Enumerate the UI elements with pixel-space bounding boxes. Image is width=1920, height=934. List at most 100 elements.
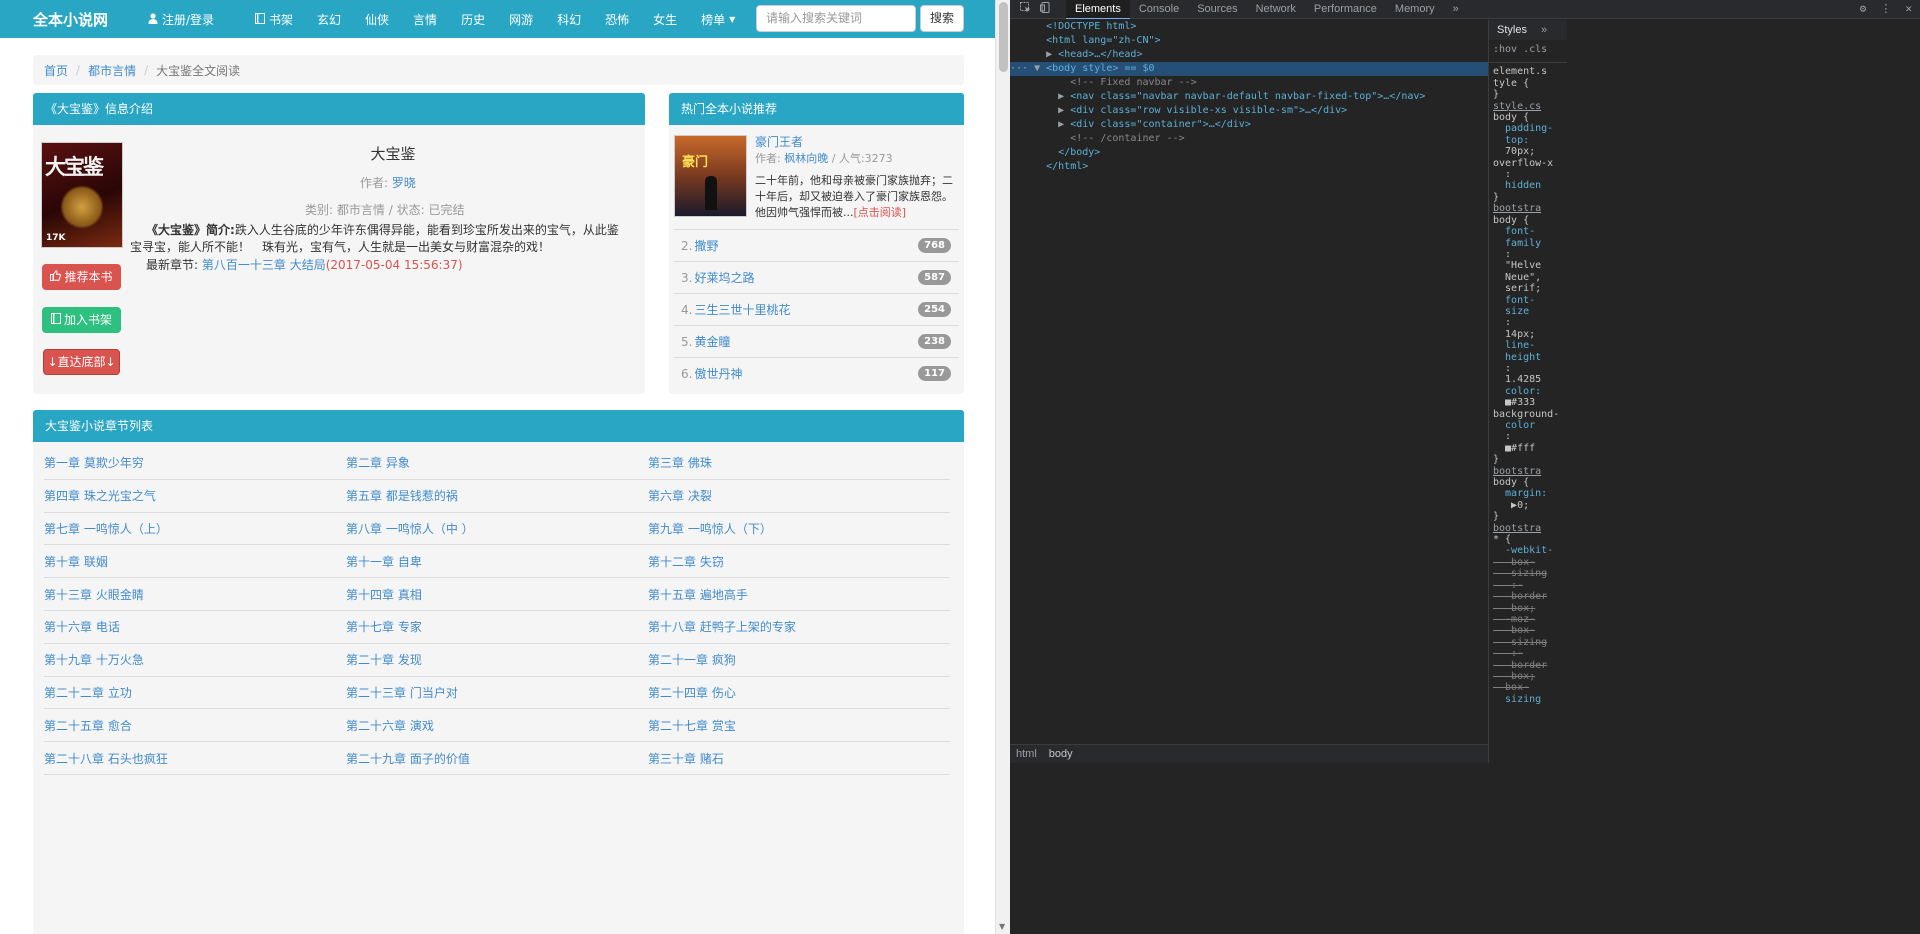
chapter-link[interactable]: 第五章 都是钱惹的祸 — [346, 487, 648, 504]
nav-item-kongbu[interactable]: 恐怖 — [605, 11, 629, 28]
tab-network[interactable]: Network — [1247, 0, 1305, 19]
chapter-link[interactable]: 第二十四章 伤心 — [648, 684, 950, 701]
chapter-link[interactable]: 第四章 珠之光宝之气 — [44, 487, 346, 504]
rank-title[interactable]: 傲世丹神 — [694, 367, 742, 381]
gear-icon[interactable]: ⚙ — [1860, 2, 1867, 15]
breadcrumb-home[interactable]: 首页 — [44, 62, 68, 79]
chapter-link[interactable]: 第十八章 赶鸭子上架的专家 — [648, 618, 950, 635]
chapter-link[interactable]: 第一章 莫欺少年穷 — [44, 454, 346, 471]
rank-item[interactable]: 4. 三生三世十里桃花 254 — [674, 293, 959, 325]
tab-console[interactable]: Console — [1130, 0, 1188, 19]
tab-styles[interactable]: Styles — [1497, 24, 1527, 36]
page-scrollbar[interactable]: ▼ — [995, 0, 1010, 934]
style-rule-line: font- — [1493, 226, 1536, 238]
chapter-link[interactable]: 第七章 一鸣惊人（上） — [44, 520, 346, 537]
search-button[interactable]: 搜索 — [920, 5, 964, 32]
dom-crumb-body[interactable]: body — [1049, 748, 1073, 760]
more-tabs-icon[interactable]: » — [1444, 0, 1468, 19]
book-cover-image[interactable]: 大宝鉴 17K — [41, 142, 123, 248]
more-panes-icon[interactable]: » — [1541, 24, 1547, 36]
tab-sources[interactable]: Sources — [1188, 0, 1246, 19]
dom-crumb-html[interactable]: html — [1016, 748, 1037, 760]
nav-item-lishi[interactable]: 历史 — [461, 11, 485, 28]
rank-item[interactable]: 3. 好莱坞之路 587 — [674, 261, 959, 293]
nav-item-nvsheng[interactable]: 女生 — [653, 11, 677, 28]
rank-title[interactable]: 三生三世十里桃花 — [694, 303, 790, 317]
chapter-link[interactable]: 第十七章 专家 — [346, 618, 648, 635]
chapter-link[interactable]: 第二十七章 赏宝 — [648, 717, 950, 734]
rank-item[interactable]: 6. 傲世丹神 117 — [674, 357, 959, 389]
chapter-link[interactable]: 第十三章 火眼金睛 — [44, 586, 346, 603]
device-toolbar-icon[interactable] — [1038, 2, 1052, 16]
chapter-link[interactable]: 第二十六章 演戏 — [346, 717, 648, 734]
chapter-link[interactable]: 第二十三章 门当户对 — [346, 684, 648, 701]
top-novel-cover-image[interactable]: 豪门 — [674, 135, 747, 217]
rank-item[interactable]: 5. 黄金瞳 238 — [674, 325, 959, 357]
chapter-link[interactable]: 第十章 联姻 — [44, 553, 346, 570]
rank-title[interactable]: 撒野 — [694, 239, 718, 253]
rank-title[interactable]: 好莱坞之路 — [694, 271, 754, 285]
chapter-link[interactable]: 第十六章 电话 — [44, 618, 346, 635]
dom-node[interactable]: ▶ <nav class="navbar navbar-default navb… — [1010, 90, 1488, 104]
inspect-element-icon[interactable] — [1018, 2, 1032, 16]
chapter-link[interactable]: 第十二章 失窃 — [648, 553, 950, 570]
nav-item-bangdan[interactable]: 榜单 ▼ — [701, 11, 735, 28]
add-to-shelf-button[interactable]: 加入书架 — [42, 307, 121, 333]
rank-count-badge: 117 — [918, 366, 951, 381]
nav-item-xianxia[interactable]: 仙侠 — [365, 11, 389, 28]
chapter-link[interactable]: 第十一章 自卑 — [346, 553, 648, 570]
breadcrumb-category[interactable]: 都市言情 — [88, 62, 136, 79]
dom-node[interactable]: <!DOCTYPE html> — [1010, 20, 1488, 34]
chapter-link[interactable]: 第十四章 真相 — [346, 586, 648, 603]
dom-node[interactable]: ▶ <head>…</head> — [1010, 48, 1488, 62]
top-novel-title[interactable]: 豪门王者 — [755, 133, 803, 150]
rank-item[interactable]: 2. 撒野 768 — [674, 229, 959, 261]
nav-item-bookshelf[interactable]: 书架 — [255, 11, 293, 28]
styles-filter[interactable]: :hov .cls — [1489, 40, 1567, 59]
chapter-link[interactable]: 第二十二章 立功 — [44, 684, 346, 701]
dom-node[interactable]: <!-- Fixed navbar --> — [1010, 76, 1488, 90]
chapter-link[interactable]: 第八章 一鸣惊人（中 ） — [346, 520, 648, 537]
chapter-link[interactable]: 第十五章 遍地高手 — [648, 586, 950, 603]
scroll-down-arrow-icon[interactable]: ▼ — [999, 922, 1005, 931]
search-input[interactable]: 请输入搜索关键词 — [756, 5, 916, 32]
jump-to-bottom-button[interactable]: ↓直达底部↓ — [43, 349, 120, 375]
dom-node[interactable]: <html lang="zh-CN"> — [1010, 34, 1488, 48]
nav-item-wangyou[interactable]: 网游 — [509, 11, 533, 28]
close-icon[interactable]: ✕ — [1905, 2, 1912, 15]
site-brand[interactable]: 全本小说网 — [33, 9, 108, 30]
chapter-link[interactable]: 第九章 一鸣惊人（下） — [648, 520, 950, 537]
recommend-button[interactable]: 推荐本书 — [42, 264, 121, 290]
dom-node[interactable]: ▶ <div class="row visible-xs visible-sm"… — [1010, 104, 1488, 118]
top-author-link[interactable]: 枫林向晚 — [784, 152, 828, 165]
login-link[interactable]: 注册/登录 — [148, 11, 214, 28]
nav-item-yanqing[interactable]: 言情 — [413, 11, 437, 28]
chapter-link[interactable]: 第二十八章 石头也疯狂 — [44, 750, 346, 767]
dom-node[interactable]: </body> — [1010, 146, 1488, 160]
chapter-link[interactable]: 第二十章 发现 — [346, 651, 648, 668]
dom-node[interactable]: <!-- /container --> — [1010, 132, 1488, 146]
chapter-link[interactable]: 第二十九章 面子的价值 — [346, 750, 648, 767]
nav-item-kehuan[interactable]: 科幻 — [557, 11, 581, 28]
kebab-menu-icon[interactable]: ⋮ — [1880, 2, 1891, 15]
tab-performance[interactable]: Performance — [1305, 0, 1386, 19]
author-link[interactable]: 罗晓 — [392, 176, 416, 190]
read-more-link[interactable]: [点击阅读] — [854, 206, 907, 219]
nav-item-xuanhuan[interactable]: 玄幻 — [317, 11, 341, 28]
dom-node-selected[interactable]: ··· ▼ <body style> == $0 — [1010, 62, 1488, 76]
tab-elements[interactable]: Elements — [1066, 0, 1130, 19]
chapter-link[interactable]: 第十九章 十万火急 — [44, 651, 346, 668]
tab-memory[interactable]: Memory — [1386, 0, 1444, 19]
latest-chapter-link[interactable]: 第八百一十三章 大结局 — [202, 258, 326, 272]
chapter-link[interactable]: 第二章 异象 — [346, 454, 648, 471]
chapter-link[interactable]: 第三十章 赌石 — [648, 750, 950, 767]
dom-node[interactable]: </html> — [1010, 160, 1488, 174]
chapter-link[interactable]: 第六章 决裂 — [648, 487, 950, 504]
dom-node[interactable]: ▶ <div class="container">…</div> — [1010, 118, 1488, 132]
chapter-link[interactable]: 第三章 佛珠 — [648, 454, 950, 471]
scrollbar-thumb[interactable] — [999, 2, 1008, 72]
chapter-link[interactable]: 第二十一章 疯狗 — [648, 651, 950, 668]
chapter-row: 第七章 一鸣惊人（上） 第八章 一鸣惊人（中 ）第九章 一鸣惊人（下） — [44, 513, 950, 546]
rank-title[interactable]: 黄金瞳 — [694, 335, 730, 349]
chapter-link[interactable]: 第二十五章 愈合 — [44, 717, 346, 734]
